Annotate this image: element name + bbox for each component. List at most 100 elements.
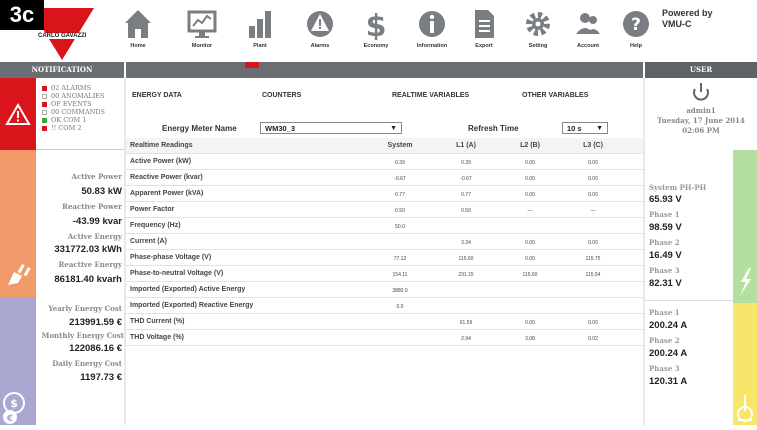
row-label: Apparent Power (kVA) [130,190,204,197]
row-label: Imported (Exported) Reactive Energy [130,302,254,309]
nav-plant[interactable]: Plant [232,6,288,60]
power-icon[interactable] [645,78,757,104]
nav-monitor[interactable]: Monitor [174,6,230,60]
plug-icon [8,264,31,285]
cell-l3: 0.00 [588,240,598,246]
tab-other-variables[interactable]: OTHER VARIABLES [522,92,588,99]
nav-export[interactable]: Export [456,6,512,60]
cell-system: -0.67 [394,176,406,182]
notification-anomalies[interactable]: 00 ANOMALIES [42,92,104,100]
current-phase3-label: Phase 3 [649,364,680,373]
refresh-time-select[interactable]: 10 s ▼ [562,122,608,134]
cell-system: 77.12 [393,256,407,262]
plant-icon [249,11,271,38]
cell-l3: 0.00 [588,320,598,326]
cell-l1: -0.67 [460,176,472,182]
cost-band: $ € [0,297,36,425]
current-phase2-value: 200.24 A [649,348,688,359]
ground-icon [737,395,753,422]
cell-l2: — [527,208,533,214]
table-row: Apparent Power (kVA) 0.77 0.77 0.00 0.00 [126,186,643,202]
active-power-label: Active Power [71,172,122,181]
table-row: Power Factor 0.50 0.50 — — [126,202,643,218]
notification-header: NOTIFICATION [31,65,93,74]
svg-text:?: ? [631,15,641,35]
row-label: Phase-to-neutral Voltage (V) [130,270,224,277]
table-row: THD Voltage (%) 2.94 3.08 0.02 [126,330,643,346]
reactive-energy-value: 86181.40 kvarh [54,274,122,285]
active-tab-marker [245,62,259,68]
cell-l2: 0.00 [525,192,535,198]
voltage-phase2-value: 16.49 V [649,250,682,261]
tab-energy-data[interactable]: ENERGY DATA [132,92,182,99]
meter-select-value: WM30_3 [265,124,296,133]
status-indicator [42,93,47,99]
dropdown-arrow-icon: ▼ [390,125,397,132]
tab-realtime-variables[interactable]: REALTIME VARIABLES [392,92,469,99]
figure-label: 3c [0,0,44,30]
table-row: Imported (Exported) Reactive Energy 0.0 [126,298,643,314]
reactive-power-label: Reactive Power [62,202,122,211]
cell-system: 3880.0 [392,288,408,294]
status-indicator [42,109,47,115]
row-label: Frequency (Hz) [130,222,181,229]
voltage-phase1-value: 98.59 V [649,222,682,233]
warning-icon [5,103,31,125]
monthly-cost-value: 122086.16 € [69,343,122,354]
nav-label: Plant [253,43,267,49]
notification-alarms[interactable]: 02 ALARMS [42,84,91,92]
table-row: Reactive Power (kvar) -0.67 -0.67 0.00 0.00 [126,170,643,186]
cell-l2: 3.08 [525,336,535,342]
table-row: Current (A) 3.34 0.00 0.00 [126,234,643,250]
alarm-icon [307,11,333,37]
refresh-time-value: 10 s [567,124,582,133]
nav-home[interactable]: Home [110,6,166,60]
divider [124,62,126,78]
row-label: Active Power (kW) [130,158,192,165]
table-row: THD Current (%) 61.59 0.00 0.00 [126,314,643,330]
active-power-value: 50.83 kW [81,186,122,197]
current-phase2-label: Phase 2 [649,336,680,345]
refresh-time-label: Refresh Time [468,124,519,133]
status-indicator [42,125,47,131]
cell-l2: 0.00 [525,176,535,182]
notification-com1[interactable]: OK COM 1 [42,116,86,124]
cell-l2: 0.00 [525,256,535,262]
nav-label: Home [130,43,146,49]
cell-system: 0.50 [395,208,405,214]
notification-commands[interactable]: 00 COMMANDS [42,108,105,116]
cell-l1: 115.60 [458,256,474,262]
table-row: Phase-phase Voltage (V) 77.12 115.60 0.00 11… [126,250,643,266]
cell-l3: 0.00 [588,160,598,166]
cell-system: 154.11 [392,272,408,278]
main-panel: ENERGY DATA COUNTERS REALTIME VARIABLES … [126,78,643,425]
daily-cost-value: 1197.73 € [80,372,122,383]
nav-label: Economy [363,43,389,49]
row-label: Power Factor [130,206,175,213]
nav-information[interactable]: Information [404,6,460,60]
nav-alarms[interactable]: Alarms [292,6,348,60]
cell-l1: 231.15 [458,272,474,278]
cell-l1: 0.50 [461,208,471,214]
status-indicator [42,117,47,123]
brand-line1: Powered by [662,8,713,18]
reactive-power-value: -43.99 kvar [72,216,122,227]
nav-help[interactable]: ? Help [608,6,664,60]
notification-com2[interactable]: !! COM 2 [42,124,81,132]
cell-system: 50.0 [395,224,405,230]
lightning-icon [740,268,751,296]
nav-economy[interactable]: $ Economy [348,6,404,60]
currency-icon: $€ [3,392,25,424]
gear-icon [526,12,550,36]
nav-setting[interactable]: Setting [510,6,566,60]
meter-select[interactable]: WM30_3 ▼ [260,122,402,134]
cell-system: 0.39 [395,160,405,166]
column-header: L2 (B) [520,142,540,149]
notification-events[interactable]: OF EVENTS [42,100,92,108]
table-row: Active Power (kW) 0.39 0.39 0.00 0.00 [126,154,643,170]
yearly-cost-value: 213991.59 € [69,317,122,328]
power-band [0,150,36,297]
nav-label: Help [630,43,642,49]
tab-counters[interactable]: COUNTERS [262,92,301,99]
row-label: Current (A) [130,238,167,245]
